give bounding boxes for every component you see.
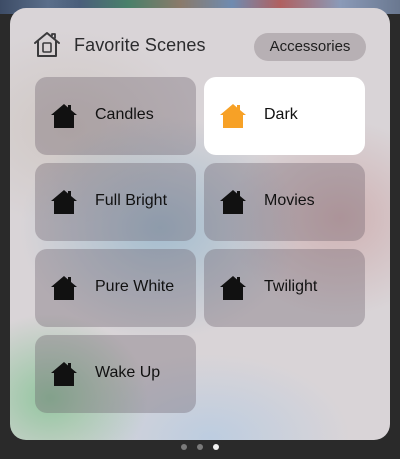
house-icon xyxy=(220,104,246,128)
house-icon xyxy=(51,190,77,214)
scene-tile-candles[interactable]: Candles xyxy=(35,77,196,155)
scene-tile-movies[interactable]: Movies xyxy=(204,163,365,241)
scene-label: Dark xyxy=(264,106,298,123)
scene-label: Pure White xyxy=(95,278,175,295)
house-icon xyxy=(220,276,246,300)
page-dot-current[interactable] xyxy=(213,444,219,450)
scene-tile-twilight[interactable]: Twilight xyxy=(204,249,365,327)
home-app-icon xyxy=(34,32,60,57)
house-icon xyxy=(51,104,77,128)
house-icon xyxy=(51,362,77,386)
scene-tile-pure-white[interactable]: Pure White xyxy=(35,249,196,327)
scene-label: Movies xyxy=(264,192,315,209)
page-dot[interactable] xyxy=(181,444,187,450)
scene-label: Full Bright xyxy=(95,192,168,209)
house-icon xyxy=(51,276,77,300)
scene-tile-full-bright[interactable]: Full Bright xyxy=(35,163,196,241)
widget-title: Favorite Scenes xyxy=(74,35,206,55)
page-indicator[interactable] xyxy=(0,444,400,454)
scene-tile-wake-up[interactable]: Wake Up xyxy=(35,335,196,413)
accessories-button[interactable]: Accessories xyxy=(254,33,366,61)
widget-header: Favorite Scenes Accessories xyxy=(10,8,390,72)
scene-label: Candles xyxy=(95,106,154,123)
scene-tile-dark[interactable]: Dark xyxy=(204,77,365,155)
scene-label: Wake Up xyxy=(95,364,161,381)
house-icon xyxy=(220,190,246,214)
scene-label: Twilight xyxy=(264,278,318,295)
page-dot[interactable] xyxy=(197,444,203,450)
favorite-scenes-widget: Favorite Scenes Accessories Candles Dark… xyxy=(10,8,390,440)
